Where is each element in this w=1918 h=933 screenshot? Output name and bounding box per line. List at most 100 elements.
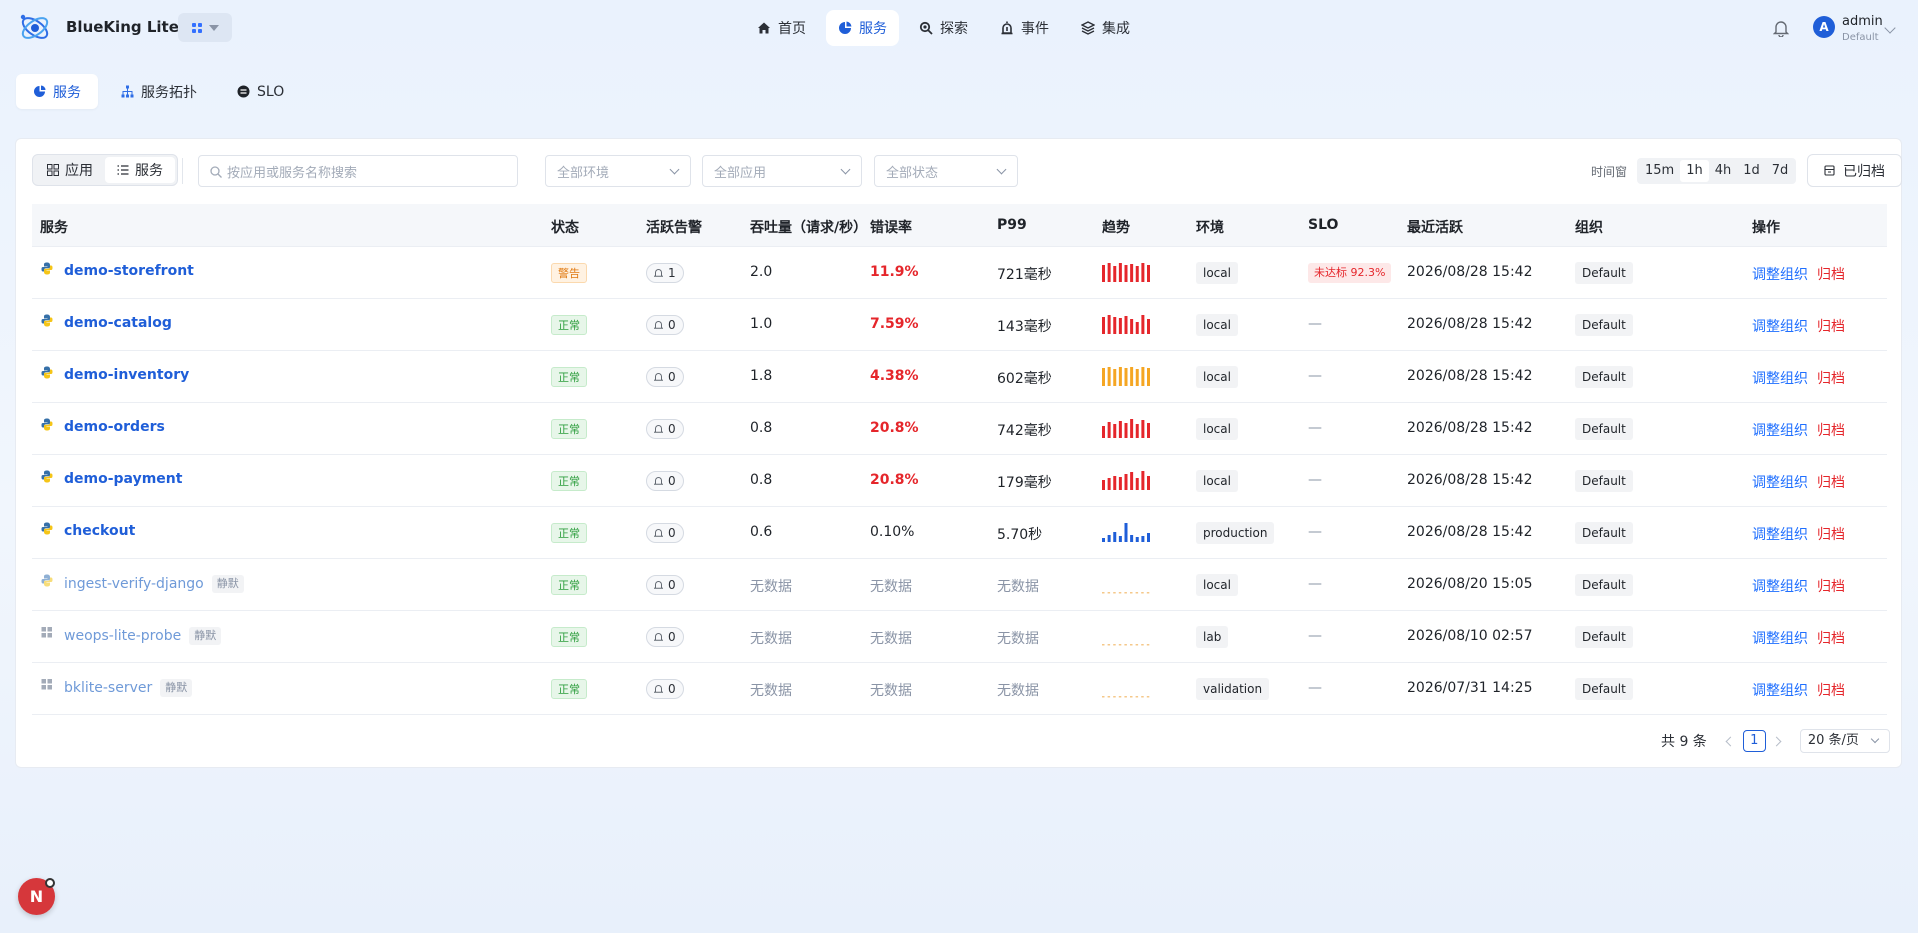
table-row[interactable]: demo-catalog 正常 0 1.0 7.59% 143毫秒 local — 2026/0… — [32, 299, 1887, 351]
trend-sparkline — [1102, 644, 1150, 646]
last-active-time: 2026/08/20 15:05 — [1407, 576, 1533, 592]
archive-link[interactable]: 归档 — [1817, 472, 1845, 492]
trend-bar — [1147, 533, 1150, 542]
service-name-link[interactable]: demo-payment — [64, 471, 182, 487]
alert-count-pill[interactable]: 0 — [646, 367, 684, 387]
time-option-1h[interactable]: 1h — [1680, 160, 1709, 182]
env-tag: local — [1196, 314, 1238, 336]
bell-icon[interactable] — [1773, 19, 1789, 37]
trend-empty-dot — [1146, 592, 1150, 594]
service-name-link[interactable]: demo-catalog — [64, 315, 172, 331]
archive-link[interactable]: 归档 — [1817, 420, 1845, 440]
archive-link[interactable]: 归档 — [1817, 576, 1845, 596]
adjust-org-link[interactable]: 调整组织 — [1752, 680, 1808, 700]
env-tag: local — [1196, 418, 1238, 440]
adjust-org-link[interactable]: 调整组织 — [1752, 316, 1808, 336]
trend-bar — [1107, 478, 1111, 490]
view-service-button[interactable]: 服务 — [105, 157, 175, 183]
nav-events[interactable]: 事件 — [988, 10, 1061, 46]
archive-link[interactable]: 归档 — [1817, 680, 1845, 700]
table-row[interactable]: demo-inventory 正常 0 1.8 4.38% 602毫秒 local — 2026… — [32, 351, 1887, 403]
table-body: demo-storefront 警告 1 2.0 11.9% 721毫秒 local 未达标 … — [32, 247, 1887, 715]
view-app-button[interactable]: 应用 — [35, 157, 105, 183]
alert-count-pill[interactable]: 0 — [646, 627, 684, 647]
workspace-switcher[interactable] — [178, 13, 232, 42]
time-option-1d[interactable]: 1d — [1737, 160, 1766, 182]
archive-link[interactable]: 归档 — [1817, 524, 1845, 544]
app-filter-select[interactable]: 全部应用 — [702, 155, 862, 187]
env-filter-select[interactable]: 全部环境 — [545, 155, 691, 187]
prev-page-button[interactable] — [1721, 732, 1739, 750]
archived-label: 已归档 — [1843, 163, 1885, 180]
page-size-select[interactable]: 20 条/页 — [1799, 729, 1890, 753]
table-row[interactable]: weops-lite-probe 静默 正常 0 无数据 无数据 无数据 lab — 2026/0… — [32, 611, 1887, 663]
table-row[interactable]: bklite-server 静默 正常 0 无数据 无数据 无数据 validation — 20… — [32, 663, 1887, 715]
adjust-org-link[interactable]: 调整组织 — [1752, 628, 1808, 648]
trend-bar — [1118, 318, 1122, 334]
archive-link[interactable]: 归档 — [1817, 264, 1845, 284]
tab-services[interactable]: 服务 — [16, 74, 98, 109]
service-name-link[interactable]: demo-inventory — [64, 367, 189, 383]
service-name: demo-payment — [64, 471, 183, 487]
archive-link[interactable]: 归档 — [1817, 628, 1845, 648]
alert-count-pill[interactable]: 0 — [646, 471, 684, 491]
alert-count: 0 — [668, 370, 676, 384]
user-name[interactable]: admin — [1842, 14, 1883, 29]
table-row[interactable]: demo-storefront 警告 1 2.0 11.9% 721毫秒 local 未达标 … — [32, 247, 1887, 299]
nav-explore[interactable]: 探索 — [907, 10, 980, 46]
user-avatar[interactable]: A — [1813, 16, 1835, 38]
tab-topology[interactable]: 服务拓扑 — [104, 74, 214, 109]
alert-count-pill[interactable]: 0 — [646, 523, 684, 543]
tab-slo[interactable]: SLO — [220, 74, 301, 109]
table-row[interactable]: demo-payment 正常 0 0.8 20.8% 179毫秒 local — 2026/0… — [32, 455, 1887, 507]
chevron-down-icon[interactable] — [1884, 22, 1896, 34]
service-name-link[interactable]: demo-orders — [64, 419, 165, 435]
time-option-4h[interactable]: 4h — [1709, 160, 1738, 182]
nav-integration[interactable]: 集成 — [1069, 10, 1142, 46]
trend-sparkline — [1102, 523, 1150, 542]
service-name-link[interactable]: ingest-verify-django 静默 — [64, 575, 244, 593]
nav-service[interactable]: 服务 — [826, 10, 899, 46]
alert-count-pill[interactable]: 0 — [646, 575, 684, 595]
time-option-15m[interactable]: 15m — [1639, 160, 1680, 182]
throughput-value: 无数据 — [750, 631, 792, 647]
alert-count-pill[interactable]: 0 — [646, 679, 684, 699]
col-service: 服务 — [40, 220, 68, 236]
service-name: demo-inventory — [64, 367, 190, 383]
adjust-org-link[interactable]: 调整组织 — [1752, 576, 1808, 596]
archived-button[interactable]: 已归档 — [1807, 154, 1902, 187]
page-1-button[interactable]: 1 — [1742, 730, 1766, 752]
adjust-org-link[interactable]: 调整组织 — [1752, 368, 1808, 388]
throughput-value: 2.0 — [750, 264, 773, 280]
alert-count-pill[interactable]: 0 — [646, 315, 684, 335]
status-filter-select[interactable]: 全部状态 — [874, 155, 1018, 187]
table-row[interactable]: ingest-verify-django 静默 正常 0 无数据 无数据 无数据 local —… — [32, 559, 1887, 611]
trend-empty-dot — [1135, 696, 1139, 698]
slo-empty: — — [1308, 420, 1322, 436]
archive-link[interactable]: 归档 — [1817, 368, 1845, 388]
trend-bar — [1118, 263, 1122, 282]
next-page-button[interactable] — [1770, 732, 1788, 750]
service-name-link[interactable]: bklite-server 静默 — [64, 679, 193, 697]
adjust-org-link[interactable]: 调整组织 — [1752, 264, 1808, 284]
main-nav: 首页 服务 探索 事件 集成 — [745, 10, 1142, 46]
archive-link[interactable]: 归档 — [1817, 316, 1845, 336]
search-input[interactable]: 按应用或服务名称搜索 — [198, 155, 518, 187]
page-size-value: 20 条/页 — [1807, 733, 1859, 748]
trend-bar — [1102, 538, 1105, 542]
bell-icon — [654, 581, 663, 589]
adjust-org-link[interactable]: 调整组织 — [1752, 472, 1808, 492]
col-last-active: 最近活跃 — [1407, 220, 1463, 236]
table-row[interactable]: demo-orders 正常 0 0.8 20.8% 742毫秒 local — 2026/08… — [32, 403, 1887, 455]
service-name-link[interactable]: weops-lite-probe 静默 — [64, 627, 222, 645]
alert-count-pill[interactable]: 0 — [646, 419, 684, 439]
service-name-link[interactable]: checkout — [64, 523, 135, 539]
nav-home[interactable]: 首页 — [745, 10, 818, 46]
time-option-7d[interactable]: 7d — [1766, 160, 1795, 182]
adjust-org-link[interactable]: 调整组织 — [1752, 420, 1808, 440]
alert-count-pill[interactable]: 1 — [646, 263, 684, 283]
service-name-link[interactable]: demo-storefront — [64, 263, 194, 279]
table-row[interactable]: checkout 正常 0 0.6 0.10% 5.70秒 production — 2026/… — [32, 507, 1887, 559]
alarm-icon — [1001, 21, 1013, 35]
adjust-org-link[interactable]: 调整组织 — [1752, 524, 1808, 544]
